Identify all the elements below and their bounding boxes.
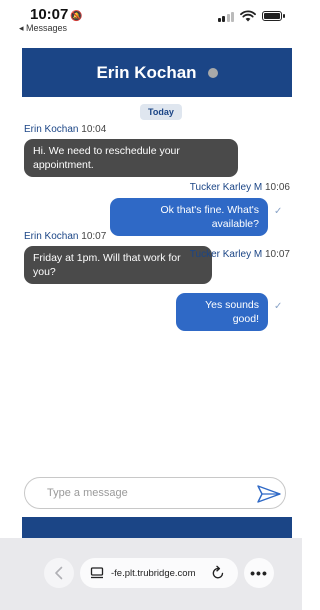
message-input[interactable]: [47, 485, 247, 501]
status-time-text: 10:07: [30, 6, 69, 23]
status-icons: [217, 10, 285, 22]
message-sender: Erin Kochan: [24, 124, 79, 135]
message-sender-line: Tucker Karley M 10:06: [190, 182, 290, 193]
message-time: 10:04: [81, 124, 107, 135]
browser-toolbar: -fe.plt.trubridge.com •••: [0, 538, 302, 610]
battery-icon: [262, 11, 285, 21]
presence-dot: [207, 67, 218, 78]
url-text: -fe.plt.trubridge.com: [111, 567, 196, 579]
read-check-icon: ✓: [274, 301, 283, 312]
message-sender: Tucker Karley M: [189, 249, 263, 260]
more-icon[interactable]: •••: [244, 558, 274, 588]
chat-footer-band: [22, 517, 292, 538]
message-sender: Erin Kochan: [24, 231, 79, 242]
chat-header: Erin Kochan: [22, 48, 292, 97]
message-bubble-outgoing: Ok that's fine. What's available?: [110, 198, 268, 236]
message-bubble-incoming: Hi. We need to reschedule your appointme…: [24, 139, 238, 177]
back-to-app-link[interactable]: ◂ Messages: [19, 23, 67, 34]
chat-title: Erin Kochan: [96, 62, 197, 82]
address-bar[interactable]: -fe.plt.trubridge.com: [80, 558, 238, 588]
date-separator: Today: [140, 104, 182, 120]
message-time: 10:07: [81, 231, 107, 242]
wifi-icon: [240, 10, 256, 22]
signal-icon: [217, 11, 234, 22]
message-bubble-outgoing: Yes sounds good!: [176, 293, 268, 331]
message-list: Today Erin Kochan 10:04 Hi. We need to r…: [22, 97, 292, 472]
status-time: 10:07 🔕: [30, 6, 83, 23]
message-sender: Tucker Karley M: [189, 182, 263, 193]
reload-icon[interactable]: [210, 565, 226, 581]
page-icon: [90, 566, 104, 578]
bell-silenced-icon: 🔕: [70, 11, 83, 22]
message-sender-line: Tucker Karley M 10:07: [190, 249, 290, 260]
message-time: 10:07: [264, 249, 290, 260]
read-check-icon: ✓: [274, 206, 283, 217]
browser-back-button[interactable]: [44, 558, 74, 588]
message-sender-line: Erin Kochan 10:07: [24, 231, 106, 242]
message-time: 10:06: [264, 182, 290, 193]
back-chevron-icon: [55, 566, 63, 580]
message-input-box: [24, 477, 286, 509]
status-bar: 10:07 🔕 ◂ Messages: [0, 0, 302, 40]
send-icon[interactable]: [255, 483, 283, 505]
message-bubble-incoming: Friday at 1pm. Will that work for you?: [24, 246, 212, 284]
message-sender-line: Erin Kochan 10:04: [24, 124, 106, 135]
